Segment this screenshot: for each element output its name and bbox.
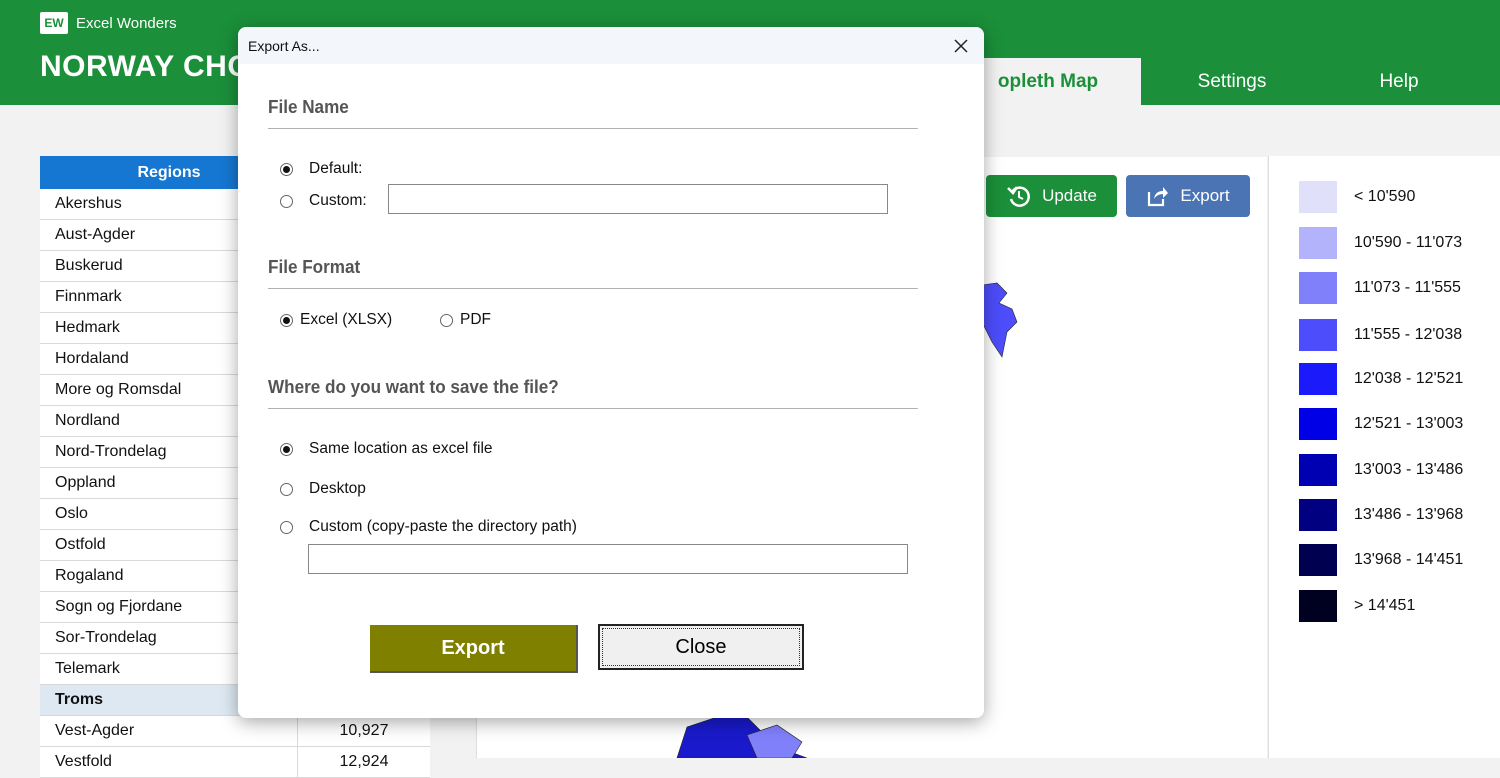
radio-xlsx[interactable]	[280, 313, 293, 327]
legend-label: 11'073 - 11'555	[1354, 279, 1461, 296]
update-button[interactable]: Update	[986, 175, 1117, 217]
radio-pdf[interactable]	[440, 313, 453, 327]
save-same-location-option[interactable]: Same location as excel file	[280, 440, 493, 458]
legend-item: < 10'590	[1299, 181, 1415, 213]
legend-swatch	[1299, 499, 1337, 531]
format-pdf-option[interactable]: PDF	[440, 311, 491, 329]
file-name-default-option[interactable]: Default:	[280, 160, 362, 178]
table-row[interactable]: Vest-Agder 10,927	[40, 716, 430, 747]
legend-label: 12'038 - 12'521	[1354, 370, 1464, 387]
radio-custom-path[interactable]	[280, 520, 293, 534]
radio-custom-name[interactable]	[280, 194, 293, 208]
save-same-location-label: Same location as excel file	[309, 440, 493, 457]
save-custom-label: Custom (copy-paste the directory path)	[309, 518, 577, 535]
legend-item: 13'003 - 13'486	[1299, 454, 1463, 486]
file-format-section-title: File Format	[268, 257, 918, 289]
legend-panel: < 10'590 10'590 - 11'073 11'073 - 11'555 11…	[1268, 156, 1500, 758]
format-xlsx-option[interactable]: Excel (XLSX)	[280, 311, 392, 329]
export-dialog: Export As... File Name Default: Custom: …	[238, 27, 984, 718]
legend-swatch	[1299, 227, 1337, 259]
save-custom-option[interactable]: Custom (copy-paste the directory path)	[280, 518, 577, 536]
legend-item: 12'521 - 13'003	[1299, 408, 1463, 440]
update-label: Update	[1042, 186, 1097, 205]
dialog-titlebar: Export As...	[238, 27, 984, 64]
region-value: 10,927	[339, 722, 389, 739]
legend-label: 13'968 - 14'451	[1354, 551, 1464, 568]
legend-label: 10'590 - 11'073	[1354, 234, 1463, 251]
radio-same-location[interactable]	[280, 442, 293, 456]
legend-swatch	[1299, 272, 1337, 304]
custom-file-name-input[interactable]	[388, 184, 888, 214]
region-name: Vestfold	[40, 747, 298, 777]
format-pdf-label: PDF	[460, 311, 491, 328]
legend-swatch	[1299, 454, 1337, 486]
file-name-default-label: Default:	[309, 160, 363, 177]
save-location-section-title: Where do you want to save the file?	[268, 377, 918, 409]
legend-swatch	[1299, 590, 1337, 622]
legend-item: 13'968 - 14'451	[1299, 544, 1463, 576]
legend-item: 13'486 - 13'968	[1299, 499, 1463, 531]
export-label: Export	[1180, 186, 1230, 205]
legend-item: 11'073 - 11'555	[1299, 272, 1461, 304]
legend-item: 10'590 - 11'073	[1299, 227, 1462, 259]
save-desktop-option[interactable]: Desktop	[280, 480, 366, 498]
brand-name: Excel Wonders	[76, 14, 177, 32]
brand-logo: EW	[40, 12, 68, 34]
file-name-custom-option[interactable]: Custom:	[280, 192, 367, 210]
tab-help[interactable]: Help	[1323, 58, 1475, 105]
legend-label: 12'521 - 13'003	[1354, 415, 1464, 432]
file-name-custom-label: Custom:	[309, 192, 367, 209]
radio-desktop[interactable]	[280, 482, 293, 496]
dialog-title: Export As...	[248, 37, 320, 54]
legend-swatch	[1299, 181, 1337, 213]
legend-label: < 10'590	[1354, 188, 1416, 205]
legend-item: 12'038 - 12'521	[1299, 363, 1463, 395]
region-value: 12,924	[339, 753, 389, 770]
radio-default[interactable]	[280, 162, 293, 176]
legend-label: 13'003 - 13'486	[1354, 461, 1464, 478]
legend-label: > 14'451	[1354, 597, 1416, 614]
legend-swatch	[1299, 363, 1337, 395]
brand: EW Excel Wonders	[40, 12, 177, 34]
app-title: NORWAY CHO	[40, 50, 252, 83]
legend-label: 11'555 - 12'038	[1354, 326, 1463, 343]
dialog-close-button[interactable]: Close	[598, 624, 804, 670]
refresh-icon	[1006, 183, 1032, 209]
custom-directory-path-input[interactable]	[308, 544, 908, 574]
legend-item: 11'555 - 12'038	[1299, 319, 1462, 351]
legend-label: 13'486 - 13'968	[1354, 506, 1464, 523]
save-desktop-label: Desktop	[309, 480, 366, 497]
close-icon[interactable]	[948, 33, 974, 59]
legend-swatch	[1299, 319, 1337, 351]
share-export-icon	[1146, 184, 1170, 208]
table-row[interactable]: Vestfold 12,924	[40, 747, 430, 778]
format-xlsx-label: Excel (XLSX)	[300, 311, 393, 328]
legend-swatch	[1299, 408, 1337, 440]
legend-swatch	[1299, 544, 1337, 576]
export-button[interactable]: Export	[1126, 175, 1250, 217]
legend-item: > 14'451	[1299, 590, 1415, 622]
dialog-export-button[interactable]: Export	[370, 625, 578, 673]
file-name-section-title: File Name	[268, 97, 918, 129]
region-name: Vest-Agder	[40, 716, 298, 746]
tab-settings[interactable]: Settings	[1141, 58, 1323, 105]
